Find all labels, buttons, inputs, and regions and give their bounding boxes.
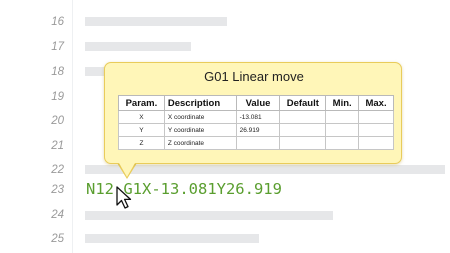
column-header: Default: [279, 95, 327, 111]
table-cell: [325, 110, 360, 124]
parameter-tooltip: G01 Linear move Param. Description Value…: [104, 62, 402, 164]
table-cell: Y coordinate: [163, 123, 237, 137]
arrow-pointer-icon: [116, 186, 132, 209]
code-line-placeholder[interactable]: [85, 234, 259, 243]
column-header: Min.: [325, 95, 360, 111]
code-line-placeholder[interactable]: [85, 17, 227, 26]
column-header: Max.: [358, 95, 394, 111]
table-cell: [279, 110, 327, 124]
tooltip-title: G01 Linear move: [204, 69, 304, 84]
line-number-gutter: 16 17 18 19 20 21 22 23 24 25: [0, 0, 72, 253]
table-cell: [358, 136, 394, 150]
column-header: Value: [235, 95, 281, 111]
code-line-placeholder[interactable]: [85, 67, 105, 76]
line-number: 21: [51, 140, 64, 152]
table-cell: [279, 123, 327, 137]
code-line-placeholder[interactable]: [85, 42, 191, 51]
line-number: 16: [51, 16, 64, 28]
column-header: Param.: [118, 95, 165, 111]
code-line-placeholder[interactable]: [85, 211, 333, 220]
table-cell: [235, 136, 281, 150]
table-cell: Z: [118, 136, 165, 150]
table-row: X X coordinate -13.081: [118, 110, 394, 124]
parameter-table: Param. Description Value Default Min. Ma…: [118, 95, 394, 150]
table-cell: Z coordinate: [163, 136, 237, 150]
column-header: Description: [163, 95, 237, 111]
line-number: 25: [51, 233, 64, 245]
tooltip-pointer: [119, 163, 135, 177]
line-number: 18: [51, 66, 64, 78]
line-number: 22: [51, 164, 64, 176]
code-line-placeholder[interactable]: [85, 165, 445, 174]
table-cell: Y: [118, 123, 165, 137]
gutter-divider: [72, 0, 73, 253]
table-row: Y Y coordinate 26.919: [118, 123, 394, 137]
table-cell: [325, 123, 360, 137]
table-cell: [325, 136, 360, 150]
line-number: 24: [51, 209, 64, 221]
line-number: 19: [51, 91, 64, 103]
table-cell: [358, 110, 394, 124]
line-number: 23: [51, 184, 64, 196]
table-row: Z Z coordinate: [118, 136, 394, 150]
table-header-row: Param. Description Value Default Min. Ma…: [118, 95, 394, 111]
table-cell: 26.919: [235, 123, 281, 137]
table-cell: [358, 123, 394, 137]
table-cell: [279, 136, 327, 150]
table-cell: -13.081: [235, 110, 281, 124]
line-number: 20: [51, 115, 64, 127]
line-number: 17: [51, 41, 64, 53]
table-cell: X coordinate: [163, 110, 237, 124]
table-cell: X: [118, 110, 165, 124]
